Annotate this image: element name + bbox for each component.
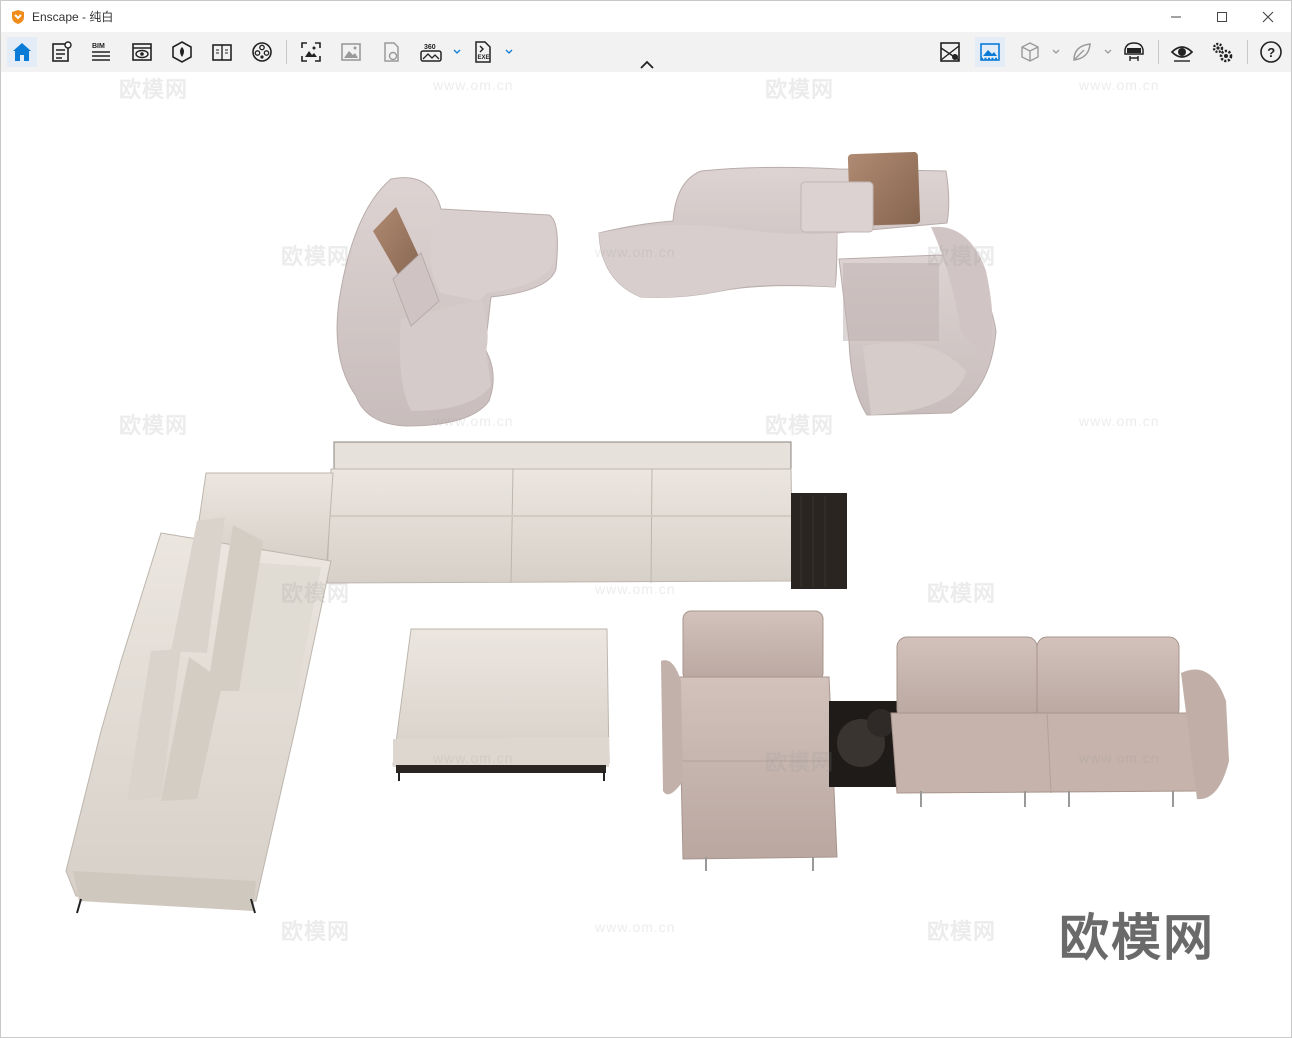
screenshot-icon [301, 42, 321, 62]
window-controls [1153, 1, 1291, 32]
settings-button[interactable] [1207, 37, 1237, 67]
atlas-icon [212, 44, 232, 61]
chevron-down-icon [453, 49, 461, 54]
application-window: Enscape - 纯白 BIM 360 EXE ? 欧模网 www.om.cn… [0, 0, 1292, 1038]
information-button[interactable] [46, 37, 76, 67]
watermark-text: 欧模网 [281, 581, 351, 606]
panorama-360-button[interactable]: 360 [416, 37, 446, 67]
help-label: ? [1267, 45, 1275, 60]
maximize-button[interactable] [1199, 1, 1245, 32]
leaf-dropdown-chevron[interactable] [1103, 44, 1113, 60]
leather-sectional [661, 610, 1229, 871]
help-icon: ? [1260, 41, 1282, 63]
collapse-toolbar-chevron-icon[interactable] [638, 59, 656, 71]
export-exe-label: EXE [478, 55, 490, 61]
bim-icon-label: BIM [92, 43, 105, 50]
panorama-360-icon: 360 [420, 44, 442, 62]
information-icon [52, 41, 72, 62]
export-exe-button[interactable]: EXE [468, 37, 498, 67]
eye-settings-button[interactable] [1167, 37, 1197, 67]
views-button[interactable] [127, 37, 157, 67]
capture-icon [384, 42, 399, 62]
asset-library-icon [172, 41, 192, 63]
toolbar-separator [1247, 40, 1248, 64]
watermark-text: 欧模网 [119, 77, 189, 102]
curved-sofa-left [336, 177, 558, 427]
watermark-text: 欧模网 [119, 413, 189, 438]
image-button[interactable] [336, 37, 366, 67]
render-viewport[interactable]: 欧模网 www.om.cn 欧模网 www.om.cn 欧模网 www.om.c… [1, 72, 1291, 1037]
watermark-text: 欧模网 [765, 750, 835, 775]
enscape-logo-icon [12, 9, 24, 24]
export-exe-icon: EXE [475, 41, 491, 63]
box-dropdown-chevron[interactable] [1051, 44, 1061, 60]
export-dropdown-chevron[interactable] [504, 44, 514, 60]
image-icon [341, 43, 361, 61]
chevron-down-icon [1104, 49, 1112, 54]
watermark-text: 欧模网 [765, 77, 835, 102]
watermark-text: 欧模网 [765, 413, 835, 438]
brand-watermark: 欧模网 [1059, 910, 1215, 966]
screenshot-button[interactable] [296, 37, 326, 67]
home-button[interactable] [7, 37, 37, 67]
watermark-url: www.om.cn [595, 244, 676, 260]
bim-button[interactable]: BIM [86, 37, 116, 67]
watermark-url: www.om.cn [1079, 77, 1160, 93]
maximize-icon [1217, 11, 1227, 22]
panorama-360-label: 360 [424, 44, 436, 51]
views-icon [132, 43, 152, 61]
watermark-text: 欧模网 [927, 919, 997, 944]
vr-headset-icon [1124, 42, 1144, 61]
sofa-scene-render [65, 151, 1229, 914]
toolbar-separator [1158, 40, 1159, 64]
watermark-url: www.om.cn [433, 750, 514, 766]
bim-icon: BIM [92, 43, 110, 61]
toolbar-separator [286, 40, 287, 64]
close-button[interactable] [1245, 1, 1291, 32]
help-button[interactable]: ? [1256, 37, 1286, 67]
box-button[interactable] [1015, 37, 1045, 67]
map-icon [940, 42, 960, 62]
eye-settings-icon [1170, 46, 1194, 62]
chevron-down-icon [1052, 49, 1060, 54]
watermark-url: www.om.cn [433, 77, 514, 93]
curved-sofa-right [598, 151, 997, 416]
settings-icon [1212, 42, 1233, 63]
capture-button[interactable] [376, 37, 406, 67]
box-icon [1021, 42, 1039, 62]
close-icon [1262, 11, 1274, 22]
watermark-text: 欧模网 [927, 244, 997, 269]
vr-headset-button[interactable] [1119, 37, 1149, 67]
material-button[interactable] [247, 37, 277, 67]
watermark-url: www.om.cn [1079, 750, 1160, 766]
background-button[interactable] [975, 37, 1005, 67]
watermark-text: 欧模网 [927, 581, 997, 606]
leaf-icon [1073, 43, 1091, 61]
chevron-down-icon [505, 49, 513, 54]
map-button[interactable] [935, 37, 965, 67]
atlas-button[interactable] [207, 37, 237, 67]
window-title: Enscape - 纯白 [32, 10, 114, 24]
home-icon [13, 43, 31, 61]
watermark-url: www.om.cn [595, 919, 676, 935]
background-icon [980, 43, 1000, 61]
watermark-text: 欧模网 [281, 244, 351, 269]
watermark-url: www.om.cn [433, 413, 514, 429]
material-icon [252, 42, 272, 62]
asset-library-button[interactable] [167, 37, 197, 67]
panorama-dropdown-chevron[interactable] [452, 44, 462, 60]
watermark-url: www.om.cn [1079, 413, 1160, 429]
leaf-button[interactable] [1067, 37, 1097, 67]
minimize-button[interactable] [1153, 1, 1199, 32]
minimize-icon [1171, 16, 1181, 17]
title-bar: Enscape - 纯白 [1, 1, 1291, 32]
main-toolbar: BIM 360 EXE ? [1, 32, 1291, 72]
watermark-url: www.om.cn [595, 581, 676, 597]
watermark-text: 欧模网 [281, 919, 351, 944]
